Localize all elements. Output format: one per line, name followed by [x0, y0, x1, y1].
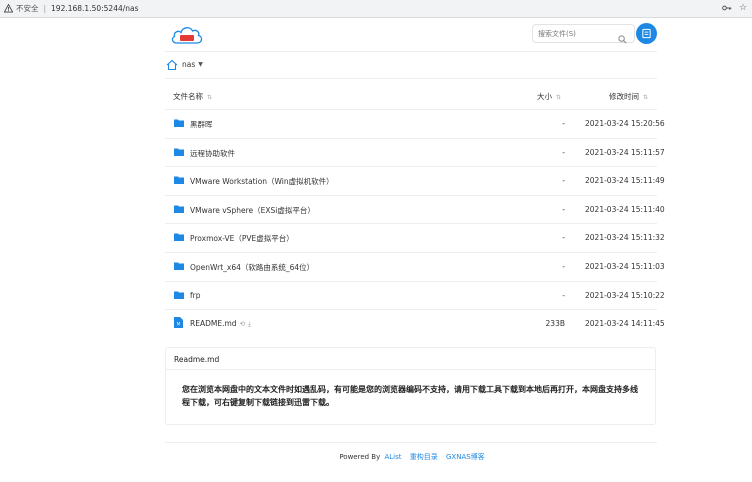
file-size: - [562, 290, 565, 300]
sort-icon: ⇅ [556, 94, 562, 101]
file-date: 2021-03-24 15:10:22 [585, 290, 665, 300]
browser-address-bar: 不安全 | 192.168.1.50:5244/nas ☆ [0, 0, 752, 18]
home-icon[interactable] [166, 59, 178, 71]
svg-text:M: M [177, 322, 181, 327]
table-row[interactable]: M README.md ⟲ ⤓ 233B 2021-03-24 14:11:45 [165, 309, 665, 338]
table-row[interactable]: OpenWrt_x64（软路由系统_64位） - 2021-03-24 15:1… [165, 251, 665, 281]
markdown-file-icon: M [174, 317, 184, 329]
file-name[interactable]: Proxmox-VE（PVE虚拟平台） [190, 233, 294, 244]
copy-link-icon[interactable]: ⟲ [240, 320, 245, 328]
footer: Powered By AList 重构目录 GXNAS博客 [0, 452, 752, 462]
alist-link[interactable]: AList [384, 453, 401, 461]
download-icon[interactable]: ⤓ [248, 320, 251, 329]
powered-by-label: Powered By [339, 453, 381, 461]
table-row[interactable]: frp - 2021-03-24 15:10:22 [165, 280, 665, 310]
folder-icon [174, 205, 184, 213]
divider: | [43, 4, 47, 13]
file-size: 233B [545, 319, 565, 329]
gxnas-blog-link[interactable]: GXNAS博客 [446, 453, 485, 461]
file-size: - [562, 119, 565, 128]
insecure-label[interactable]: 不安全 [16, 3, 39, 14]
readme-panel: Readme.md 您在浏览本网盘中的文本文件时如遇乱码，有可能是您的浏览器编码… [165, 347, 656, 425]
key-icon[interactable] [722, 3, 732, 13]
url-text[interactable]: 192.168.1.50:5244/nas [51, 4, 139, 13]
search-icon[interactable] [618, 29, 627, 44]
table-row[interactable]: 黑群晖 - 2021-03-24 15:20:56 [165, 109, 665, 138]
file-size: - [562, 261, 565, 271]
search-box[interactable] [532, 24, 635, 44]
table-row[interactable]: Proxmox-VE（PVE虚拟平台） - 2021-03-24 15:11:3… [165, 223, 665, 252]
readme-body: 您在浏览本网盘中的文本文件时如遇乱码，有可能是您的浏览器编码不支持，请用下载工具… [182, 385, 638, 407]
file-date: 2021-03-24 15:20:56 [585, 119, 665, 128]
table-row[interactable]: VMware Workstation（Win虚拟机软件） - 2021-03-2… [165, 166, 665, 195]
file-size: - [562, 204, 565, 214]
warning-icon[interactable] [4, 4, 13, 13]
chevron-down-icon[interactable]: ▼ [198, 61, 203, 68]
file-size: - [562, 233, 565, 243]
site-header [165, 21, 657, 51]
folder-icon [174, 262, 184, 270]
folder-icon [174, 233, 184, 242]
folder-icon [174, 119, 184, 127]
file-name[interactable]: VMware Workstation（Win虚拟机软件） [190, 176, 334, 187]
file-name[interactable]: 黑群晖 [190, 119, 213, 130]
divider [165, 51, 657, 52]
file-name[interactable]: frp [190, 291, 201, 300]
file-name[interactable]: VMware vSphere（EXSi虚拟平台） [190, 205, 315, 216]
table-row[interactable]: VMware vSphere（EXSi虚拟平台） - 2021-03-24 15… [165, 194, 665, 224]
address-bar-actions: ☆ [722, 3, 748, 13]
file-list: 黑群晖 - 2021-03-24 15:20:56 远程协助软件 - 2021-… [165, 109, 665, 338]
folder-icon [174, 148, 184, 156]
table-header: 文件名称 ⇅ 大小 ⇅ 修改时间 ⇅ [165, 82, 657, 109]
logo[interactable] [170, 24, 204, 46]
sort-icon: ⇅ [643, 94, 649, 101]
file-size: - [562, 176, 565, 186]
file-date: 2021-03-24 15:11:57 [585, 147, 665, 157]
column-header-date[interactable]: 修改时间 ⇅ [609, 91, 648, 102]
breadcrumb[interactable]: nas ▼ [165, 57, 203, 72]
readme-title: Readme.md [166, 348, 655, 370]
file-name[interactable]: 远程协助软件 [190, 148, 235, 159]
rebuild-index-link[interactable]: 重构目录 [410, 453, 438, 461]
breadcrumb-label[interactable]: nas [182, 60, 195, 69]
search-input[interactable] [538, 29, 616, 38]
star-icon[interactable]: ☆ [738, 3, 748, 13]
column-header-name[interactable]: 文件名称 ⇅ [173, 91, 212, 102]
file-date: 2021-03-24 15:11:49 [585, 176, 665, 186]
file-date: 2021-03-24 14:11:45 [585, 319, 665, 329]
column-header-size[interactable]: 大小 ⇅ [537, 91, 561, 102]
file-name[interactable]: OpenWrt_x64（软路由系统_64位） [190, 262, 314, 273]
sort-icon: ⇅ [207, 94, 213, 101]
folder-icon [174, 176, 184, 185]
divider [165, 442, 657, 443]
file-date: 2021-03-24 15:11:40 [585, 204, 665, 214]
file-date: 2021-03-24 15:11:03 [585, 261, 665, 271]
avatar[interactable] [636, 23, 657, 44]
file-name[interactable]: README.md ⟲ ⤓ [190, 319, 251, 329]
table-row[interactable]: 远程协助软件 - 2021-03-24 15:11:57 [165, 137, 665, 167]
user-icon [641, 24, 652, 43]
file-size: - [562, 147, 565, 157]
file-date: 2021-03-24 15:11:32 [585, 233, 665, 243]
divider [165, 78, 657, 79]
folder-icon [174, 291, 184, 299]
